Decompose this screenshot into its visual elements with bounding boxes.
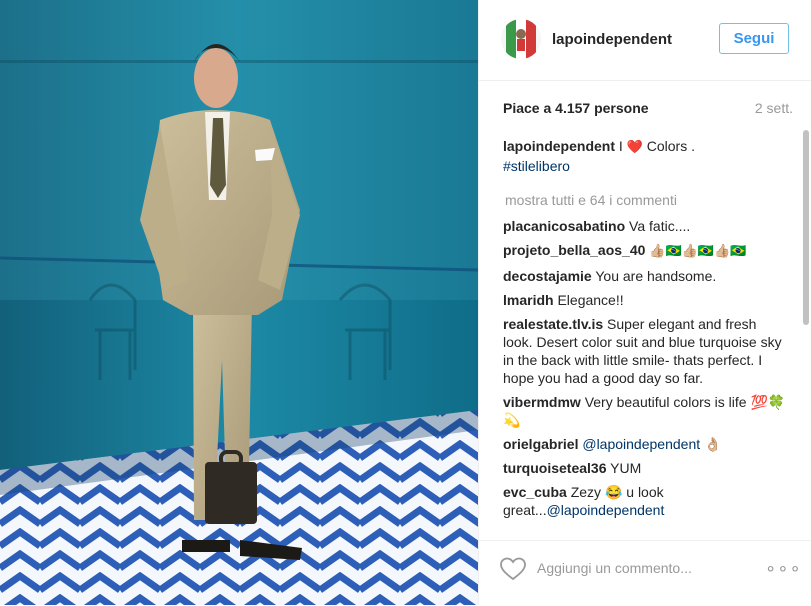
follow-button[interactable]: Segui xyxy=(719,23,789,54)
comment-text: 👌🏼 xyxy=(700,436,722,452)
comment-username[interactable]: vibermdmw xyxy=(503,394,581,410)
caption-text-before: I xyxy=(615,138,627,154)
view-all-comments-link[interactable]: mostra tutti e 64 i commenti xyxy=(505,191,787,209)
comment-item: realestate.tlv.is Super elegant and fres… xyxy=(503,315,787,387)
post-photo[interactable] xyxy=(0,0,478,605)
comment-username[interactable]: orielgabriel xyxy=(503,436,578,452)
comment-item: projeto_bella_aos_40 👍🏼🇧🇷👍🏼🇧🇷👍🏼🇧🇷 xyxy=(503,241,787,261)
heart-emoji: ❤️ xyxy=(626,140,643,155)
comment-item: orielgabriel @lapoindependent 👌🏼 xyxy=(503,435,787,453)
comment-text: You are handsome. xyxy=(595,268,717,284)
avatar-image xyxy=(501,19,541,59)
comment-item: evc_cuba Zezy 😂 u look great...@lapoinde… xyxy=(503,483,787,519)
comment-mention[interactable]: @lapoindependent xyxy=(547,502,665,518)
comments-list: lapoindependent I ❤️ Colors . #stilelibe… xyxy=(503,137,787,532)
comment-item: placanicosabatino Va fatic.... xyxy=(503,217,787,235)
post-header: lapoindependent Segui xyxy=(479,0,811,81)
comments-scrollbar[interactable] xyxy=(803,130,809,325)
comment-username[interactable]: turquoiseteal36 xyxy=(503,460,606,476)
comment-input[interactable] xyxy=(537,557,737,579)
post-image xyxy=(0,0,478,605)
caption: lapoindependent I ❤️ Colors . #stilelibe… xyxy=(503,137,787,175)
comment-username[interactable]: placanicosabatino xyxy=(503,218,625,234)
comment-text: YUM xyxy=(610,460,642,476)
post-username[interactable]: lapoindependent xyxy=(552,31,672,48)
comment-text: 👍🏼🇧🇷👍🏼🇧🇷👍🏼🇧🇷 xyxy=(649,244,747,259)
comment-username[interactable]: realestate.tlv.is xyxy=(503,316,603,332)
comment-username[interactable]: decostajamie xyxy=(503,268,592,284)
user-avatar[interactable] xyxy=(501,19,541,59)
comment-item: turquoiseteal36 YUM xyxy=(503,459,787,477)
caption-hashtag[interactable]: #stilelibero xyxy=(503,158,570,174)
comment-text: Elegance!! xyxy=(557,292,624,308)
post-footer: ∘∘∘ xyxy=(479,540,811,606)
likes-count[interactable]: Piace a 4.157 persone xyxy=(503,100,649,116)
comment-text: Va fatic.... xyxy=(629,218,691,234)
post-details-panel: lapoindependent Segui Piace a 4.157 pers… xyxy=(478,0,811,605)
likes-row: Piace a 4.157 persone 2 sett. xyxy=(503,100,793,120)
comment-item: decostajamie You are handsome. xyxy=(503,267,787,285)
heart-outline-icon[interactable] xyxy=(500,557,526,581)
more-options-icon[interactable]: ∘∘∘ xyxy=(765,558,802,579)
caption-text-after: Colors . xyxy=(642,138,695,154)
instagram-post-view: lapoindependent Segui Piace a 4.157 pers… xyxy=(0,0,811,605)
comment-username[interactable]: lmaridh xyxy=(503,292,554,308)
comment-item: vibermdmw Very beautiful colors is life … xyxy=(503,393,787,429)
comment-username[interactable]: evc_cuba xyxy=(503,484,567,500)
comment-mention[interactable]: @lapoindependent xyxy=(582,436,700,452)
caption-username[interactable]: lapoindependent xyxy=(503,138,615,154)
comment-item: lmaridh Elegance!! xyxy=(503,291,787,309)
comment-username[interactable]: projeto_bella_aos_40 xyxy=(503,242,645,258)
post-age[interactable]: 2 sett. xyxy=(755,100,793,116)
